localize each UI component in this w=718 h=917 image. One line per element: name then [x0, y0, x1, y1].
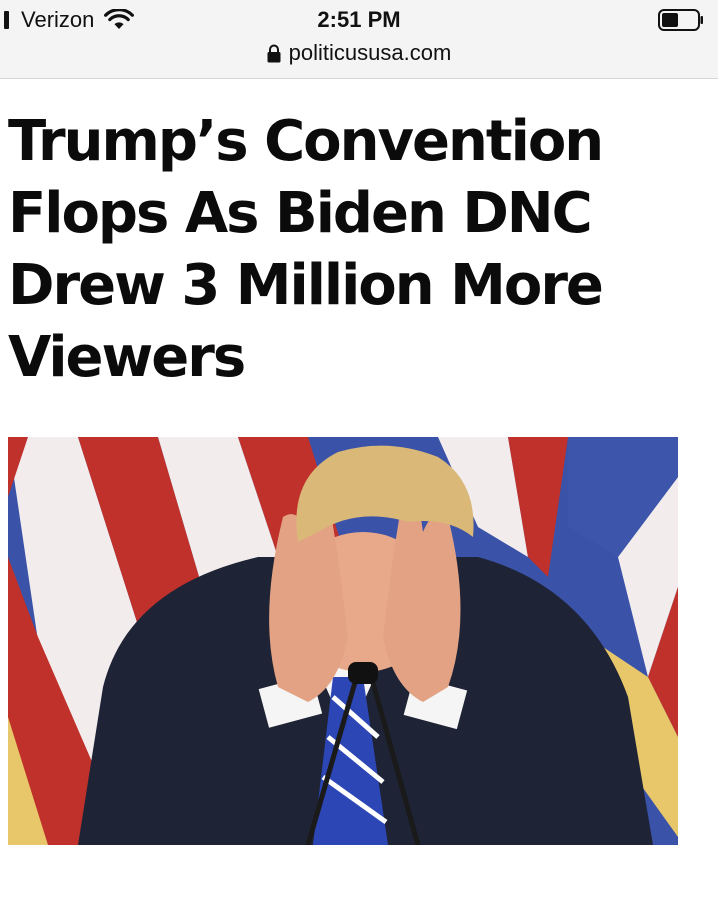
article-photo[interactable] [8, 437, 678, 845]
battery-icon [658, 9, 703, 31]
lock-icon [267, 44, 281, 62]
address-bar[interactable]: politicususa.com [0, 40, 718, 66]
status-time: 2:51 PM [317, 7, 401, 32]
url-text[interactable]: politicususa.com [289, 40, 452, 66]
photo-illustration [8, 437, 678, 845]
article-headline[interactable]: Trump’s Convention Flops As Biden DNC Dr… [8, 106, 708, 394]
browser-top-bar: Verizon 2:51 PM politicususa.com [0, 0, 718, 79]
